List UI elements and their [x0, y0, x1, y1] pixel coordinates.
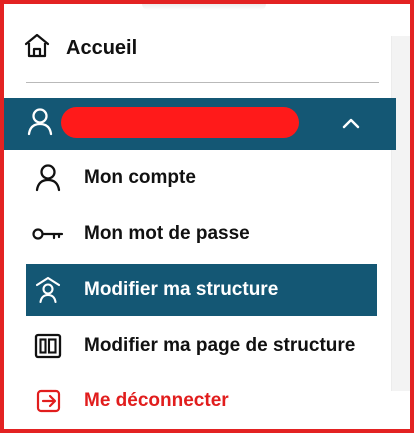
- structure-icon: [26, 264, 70, 316]
- menu-item-account-label: Mon compte: [84, 167, 196, 188]
- menu-item-logout-label: Me déconnecter: [84, 390, 229, 411]
- user-menu-toggle[interactable]: [4, 98, 396, 150]
- home-label: Accueil: [66, 36, 138, 59]
- menu-item-structure-page[interactable]: Modifier ma page de structure: [26, 320, 377, 372]
- menu-item-password-label: Mon mot de passe: [84, 223, 250, 244]
- user-icon: [26, 152, 70, 204]
- layout-icon: [26, 320, 70, 372]
- menu-divider: [26, 82, 379, 83]
- redacted-username: [61, 107, 299, 138]
- menu-item-password[interactable]: Mon mot de passe: [26, 208, 377, 260]
- key-icon: [26, 208, 70, 260]
- home-link[interactable]: Accueil: [22, 30, 137, 66]
- side-scrollbar-area: [391, 36, 410, 391]
- menu-item-account[interactable]: Mon compte: [26, 152, 377, 204]
- user-icon: [26, 107, 54, 142]
- screenshot-frame: Accueil Mon compte Mon mot de passe Modi…: [0, 0, 414, 433]
- chevron-up-icon[interactable]: [340, 114, 362, 137]
- logout-icon: [26, 375, 70, 427]
- home-icon: [22, 31, 52, 66]
- menu-item-structure-page-label: Modifier ma page de structure: [84, 335, 356, 356]
- menu-item-logout[interactable]: Me déconnecter: [26, 375, 377, 427]
- menu-item-structure[interactable]: Modifier ma structure: [26, 264, 377, 316]
- top-shadow: [142, 4, 266, 10]
- menu-item-structure-label: Modifier ma structure: [84, 279, 279, 300]
